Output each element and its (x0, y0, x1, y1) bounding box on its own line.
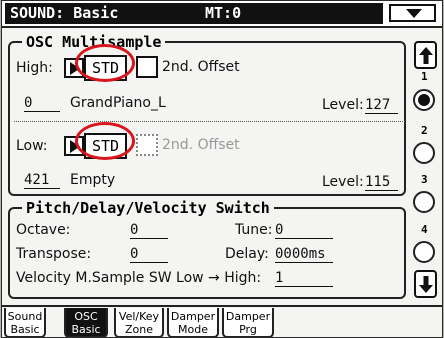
tab-label-line2: Zone (124, 323, 153, 336)
low-2nd-offset-checkbox[interactable] (136, 134, 158, 156)
play-arrow-icon (70, 140, 80, 153)
tab-label-line2: Basic (71, 323, 101, 336)
tab-damper-prg[interactable]: Damper Prg (222, 308, 274, 337)
velocity-switch-value[interactable]: 1 (275, 270, 333, 287)
mt-indicator: MT:0 (205, 4, 242, 22)
low-mode-select[interactable]: STD (84, 133, 128, 159)
tab-label-line1: Vel/Key (118, 310, 160, 323)
high-mode-select[interactable]: STD (84, 55, 128, 81)
side-number-1: 1 (421, 70, 428, 83)
high-sample-name: GrandPiano_L (70, 95, 166, 111)
high-2nd-offset-checkbox[interactable] (136, 56, 158, 78)
side-panel: 1 2 3 4 (411, 33, 441, 301)
octave-label: Octave: (16, 222, 71, 238)
low-2nd-offset-label: 2nd. Offset (162, 137, 240, 153)
radio-button-1[interactable] (413, 89, 435, 111)
transpose-label: Transpose: (16, 246, 92, 262)
play-arrow-icon (70, 62, 80, 75)
arrow-down-icon (419, 276, 433, 293)
low-level-label: Level: (322, 174, 364, 190)
tab-osc-basic[interactable]: OSC Basic (64, 308, 108, 337)
velocity-switch-label: Velocity M.Sample SW Low → High: (16, 270, 262, 286)
osc-multisample-group: OSC Multisample High: STD 2nd. Offset 0 … (8, 33, 406, 196)
osc-divider (14, 121, 405, 123)
side-number-3: 3 (421, 173, 428, 186)
tab-label-line1: Damper (170, 310, 216, 323)
low-sample-name: Empty (70, 172, 116, 188)
high-label: High: (16, 60, 53, 76)
delay-label: Delay: (225, 246, 269, 262)
page-title: SOUND: Basic MT:0 (5, 3, 383, 24)
high-level-label: Level: (322, 97, 364, 113)
octave-value[interactable]: 0 (130, 222, 168, 239)
chevron-down-icon (406, 9, 422, 18)
tab-label-line1: Sound (7, 310, 43, 323)
osc-group-title: OSC Multisample (22, 33, 166, 51)
tab-label-line1: OSC (74, 310, 98, 323)
tune-label: Tune: (235, 222, 273, 238)
tab-damper-mode[interactable]: Damper Mode (167, 308, 219, 337)
low-level-value[interactable]: 115 (365, 174, 398, 191)
tab-label-line1: Damper (225, 310, 271, 323)
scroll-down-button[interactable] (414, 270, 437, 298)
display-screen: SOUND: Basic MT:0 OSC Multisample High: … (1, 0, 443, 338)
title-bar: SOUND: Basic MT:0 (2, 1, 442, 28)
arrow-up-icon (419, 47, 433, 64)
page-title-text: SOUND: Basic (10, 4, 119, 22)
radio-button-2[interactable] (413, 142, 435, 164)
pitch-delay-velocity-group: Pitch/Delay/Velocity Switch Octave: 0 Tu… (8, 199, 406, 299)
tab-label-line2: Prg (239, 323, 257, 336)
high-level-value[interactable]: 127 (365, 97, 398, 114)
tune-value[interactable]: 0 (275, 222, 333, 239)
pitch-group-title: Pitch/Delay/Velocity Switch (22, 199, 274, 217)
high-sample-number[interactable]: 0 (24, 95, 60, 112)
radio-button-3[interactable] (413, 191, 435, 213)
side-number-2: 2 (421, 124, 428, 137)
low-sample-number[interactable]: 421 (24, 172, 60, 189)
tab-bar: Sound Basic OSC Basic Vel/Key Zone Dampe… (2, 305, 442, 337)
tab-label-line2: Mode (178, 323, 208, 336)
radio-button-4[interactable] (413, 241, 435, 263)
delay-value[interactable]: 0000ms (275, 246, 333, 263)
high-mode-arrow-button[interactable] (64, 58, 84, 78)
tab-label-line2: Basic (10, 323, 40, 336)
tab-sound-basic[interactable]: Sound Basic (4, 308, 46, 337)
low-mode-arrow-button[interactable] (64, 136, 84, 156)
transpose-value[interactable]: 0 (130, 246, 168, 263)
low-label: Low: (16, 138, 48, 154)
tab-vel-key-zone[interactable]: Vel/Key Zone (114, 308, 164, 337)
scroll-up-button[interactable] (414, 41, 437, 69)
side-number-4: 4 (421, 223, 428, 236)
page-menu-button[interactable] (389, 4, 436, 22)
high-2nd-offset-label: 2nd. Offset (162, 59, 240, 75)
